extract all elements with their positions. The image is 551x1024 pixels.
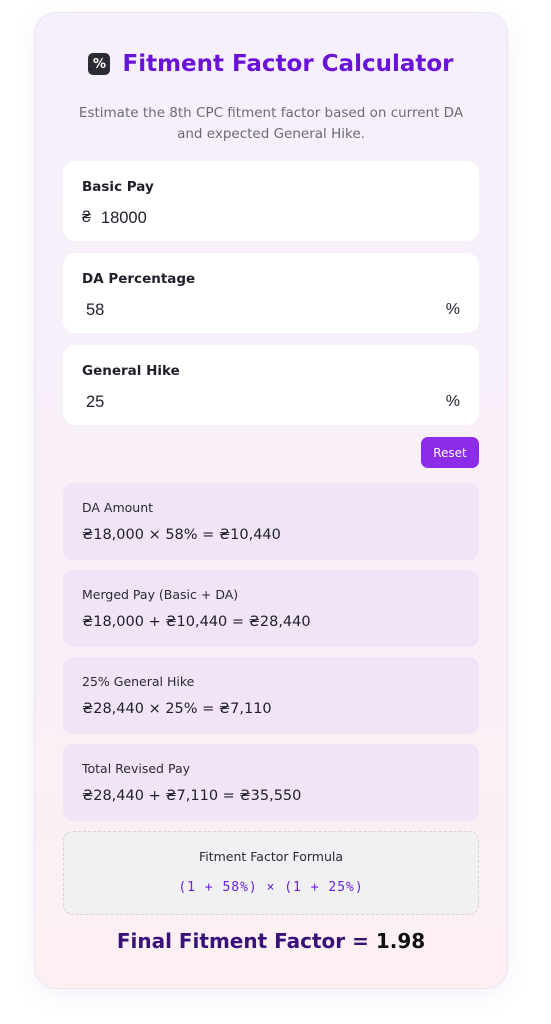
da-percentage-card: DA Percentage % <box>63 253 479 333</box>
reset-button[interactable]: Reset <box>421 437 479 468</box>
da-amount-card: DA Amount ₴18,000 × 58% = ₴10,440 <box>63 483 479 560</box>
basic-pay-row: ₴ <box>82 205 460 231</box>
page-subtitle: Estimate the 8th CPC fitment factor base… <box>78 105 464 142</box>
merged-pay-card: Merged Pay (Basic + DA) ₴18,000 + ₴10,44… <box>63 570 479 647</box>
basic-pay-label: Basic Pay <box>82 179 154 195</box>
basic-pay-input[interactable] <box>96 205 460 231</box>
result-label: Merged Pay (Basic + DA) <box>82 587 239 602</box>
final-label: Final Fitment Factor = <box>116 929 376 953</box>
header: % Fitment Factor Calculator <box>35 51 507 77</box>
general-hike-label: General Hike <box>82 363 180 379</box>
percent-icon: % <box>88 53 111 75</box>
result-label: 25% General Hike <box>82 674 195 689</box>
percent-suffix: % <box>445 393 460 410</box>
result-value: ₴18,000 + ₴10,440 = ₴28,440 <box>82 614 311 630</box>
percent-suffix: % <box>445 301 460 318</box>
result-value: ₴28,440 × 25% = ₴7,110 <box>82 701 272 717</box>
currency-prefix: ₴ <box>82 209 91 226</box>
result-value: ₴28,440 + ₴7,110 = ₴35,550 <box>82 788 302 804</box>
general-hike-input[interactable] <box>82 389 446 415</box>
result-label: Total Revised Pay <box>82 761 190 776</box>
page-title: Fitment Factor Calculator <box>122 51 454 77</box>
da-percentage-row: % <box>82 297 460 323</box>
result-value: ₴18,000 × 58% = ₴10,440 <box>82 527 281 543</box>
final-fitment-factor: Final Fitment Factor = 1.98 <box>35 929 507 953</box>
da-percentage-input[interactable] <box>82 297 446 323</box>
total-revised-pay-card: Total Revised Pay ₴28,440 + ₴7,110 = ₴35… <box>63 744 479 821</box>
general-hike-result-card: 25% General Hike ₴28,440 × 25% = ₴7,110 <box>63 657 479 734</box>
formula-card: Fitment Factor Formula (1 + 58%) × (1 + … <box>63 831 479 915</box>
calculator-card: % Fitment Factor Calculator Estimate the… <box>34 12 508 989</box>
basic-pay-card: Basic Pay ₴ <box>63 161 479 241</box>
general-hike-row: % <box>82 389 460 415</box>
final-value: 1.98 <box>375 929 426 953</box>
general-hike-card: General Hike % <box>63 345 479 425</box>
result-label: DA Amount <box>82 500 154 515</box>
formula-label: Fitment Factor Formula <box>198 849 344 864</box>
formula-value: (1 + 58%) × (1 + 25%) <box>178 880 364 895</box>
da-percentage-label: DA Percentage <box>82 271 196 287</box>
